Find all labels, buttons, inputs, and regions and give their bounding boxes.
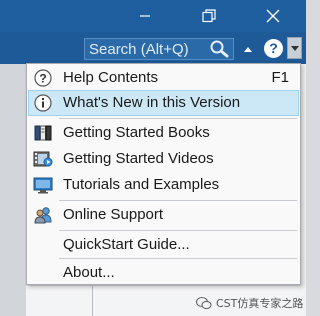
divider (92, 286, 93, 316)
books-icon (33, 123, 53, 143)
watermark-text: CST仿真专家之路 (216, 297, 304, 310)
menu-item-quickstart-guide[interactable]: QuickStart Guide... (28, 232, 299, 258)
support-people-icon (33, 205, 53, 225)
restore-icon (202, 9, 216, 23)
close-icon (266, 9, 280, 23)
help-dropdown-button[interactable] (287, 37, 302, 59)
menu-item-shortcut: F1 (271, 69, 289, 86)
menu-item-label: Help Contents (63, 69, 159, 86)
menu-item-whats-new[interactable]: What's New in this Version (28, 90, 299, 116)
menu-item-getting-started-books[interactable]: Getting Started Books (28, 120, 299, 146)
menu-item-getting-started-videos[interactable]: Getting Started Videos (28, 146, 299, 172)
minimize-button[interactable] (122, 0, 168, 32)
menu-item-tutorials-and-examples[interactable]: Tutorials and Examples (28, 172, 299, 198)
menu-separator (59, 200, 297, 201)
minimize-icon (140, 15, 150, 17)
search-input[interactable] (89, 40, 207, 58)
tutorial-monitor-icon (33, 175, 53, 195)
watermark: CST仿真专家之路 (196, 293, 303, 313)
chevron-up-icon (244, 46, 252, 52)
restore-button[interactable] (186, 0, 232, 32)
menu-item-label: QuickStart Guide... (63, 236, 190, 253)
video-icon (33, 149, 53, 169)
menu-item-help-contents[interactable]: ? Help Contents F1 (28, 65, 299, 91)
help-icon[interactable]: ? (264, 39, 283, 58)
menu-separator (59, 258, 297, 259)
menu-separator (59, 230, 297, 231)
menu-item-label: Getting Started Books (63, 124, 210, 141)
menu-item-about[interactable]: About... (28, 260, 299, 286)
left-panel (0, 64, 26, 316)
collapse-ribbon-button[interactable] (240, 40, 256, 58)
menu-item-label: Tutorials and Examples (63, 176, 220, 193)
menu-separator (59, 118, 297, 119)
svg-text:?: ? (39, 72, 46, 86)
menu-item-online-support[interactable]: Online Support (28, 202, 299, 228)
help-circle-icon: ? (33, 68, 53, 88)
menu-item-label: Online Support (63, 206, 164, 223)
help-menu: ? Help Contents F1 What's New in this Ve… (26, 63, 301, 285)
wechat-logo-icon (196, 296, 212, 310)
search-icon[interactable] (209, 40, 229, 58)
close-button[interactable] (250, 0, 296, 32)
info-icon (33, 93, 53, 113)
chevron-down-icon (290, 45, 299, 51)
search-box[interactable] (84, 38, 234, 60)
menu-item-label: About... (63, 264, 115, 281)
menu-item-label: What's New in this Version (63, 94, 241, 111)
menu-item-label: Getting Started Videos (63, 150, 214, 167)
